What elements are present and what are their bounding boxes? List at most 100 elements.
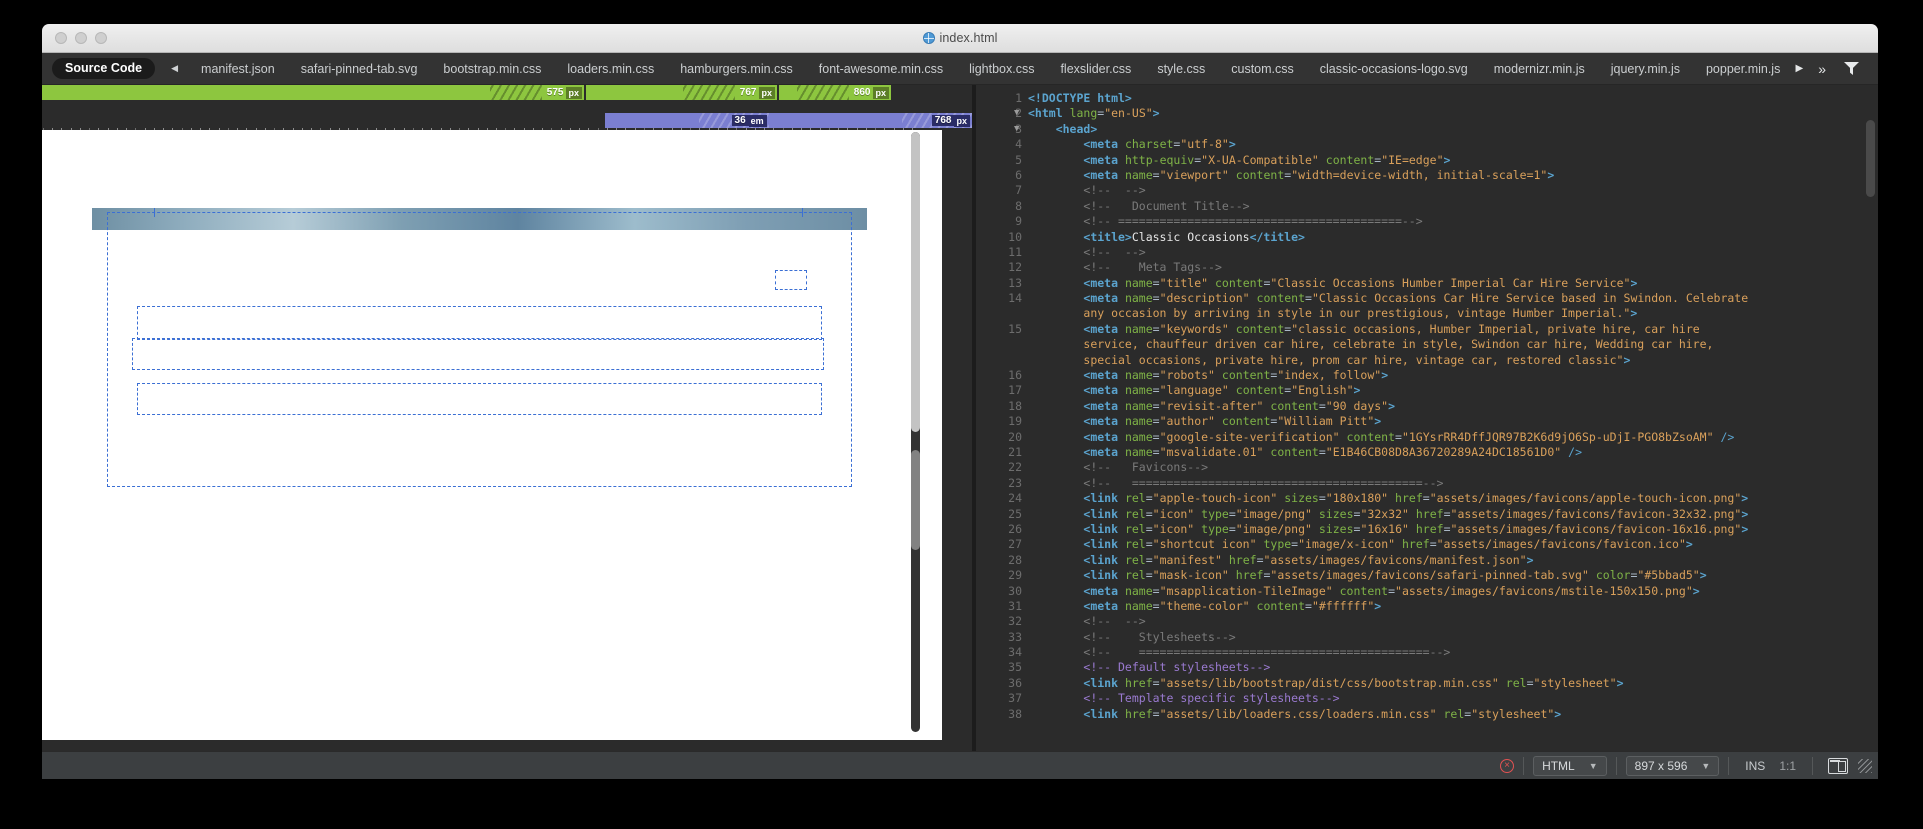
editor-scrollbar-thumb[interactable] [1866, 120, 1875, 197]
code-line[interactable]: <html lang="en-US"> [1028, 106, 1864, 121]
code-line[interactable]: <!-- --> [1028, 183, 1864, 198]
chevron-pattern-icon [683, 85, 735, 100]
code-line[interactable]: <!-- Favicons--> [1028, 460, 1864, 475]
breakpoint-unit: px [954, 114, 970, 127]
code-line[interactable]: <meta name="msvalidate.01" content="E1B4… [1028, 445, 1864, 460]
code-line[interactable]: <!-- Default stylesheets--> [1028, 660, 1864, 675]
double-chevron-right-icon[interactable]: » [1809, 62, 1835, 76]
breakpoint-segment[interactable]: 575 px [42, 85, 584, 100]
code-line[interactable]: <!-- Template specific stylesheets--> [1028, 691, 1864, 706]
code-content[interactable]: <!DOCTYPE html> <html lang="en-US"> <head… [1028, 85, 1864, 779]
code-editor[interactable]: 1 2 3 4 5 6 7 8 9 10 11 12 13 14 15 16 17 18 19 20 21 22 23 24 2… [976, 85, 1878, 779]
breakpoint-bar-px[interactable]: 575 px 767 px 860 px [42, 85, 972, 100]
code-line[interactable]: <head> [1028, 122, 1864, 137]
code-line[interactable]: <!-- ===================================… [1028, 476, 1864, 491]
code-line[interactable]: <!DOCTYPE html> [1028, 91, 1864, 106]
tab-safari-pinned-tab-svg[interactable]: safari-pinned-tab.svg [288, 62, 431, 76]
tab-lightbox-css[interactable]: lightbox.css [956, 62, 1047, 76]
code-line[interactable]: <link href="assets/lib/loaders.css/loade… [1028, 707, 1864, 722]
resize-grip-icon[interactable] [1858, 758, 1872, 773]
breakpoint-segment[interactable]: 860 px [779, 85, 891, 100]
code-line[interactable]: <meta name="google-site-verification" co… [1028, 430, 1864, 445]
code-line[interactable]: service, chauffeur driven car hire, cele… [1028, 337, 1864, 352]
code-line[interactable]: any occasion by arriving in style in our… [1028, 306, 1864, 321]
code-line[interactable]: <link rel="shortcut icon" type="image/x-… [1028, 537, 1864, 552]
tab-custom-css[interactable]: custom.css [1218, 62, 1307, 76]
preview-scrollbar-thumb-secondary[interactable] [911, 450, 920, 550]
tab-font-awesome-min-css[interactable]: font-awesome.min.css [806, 62, 956, 76]
code-line[interactable]: <meta name="robots" content="index, foll… [1028, 368, 1864, 383]
browser-preview-icon[interactable] [1828, 757, 1848, 774]
code-line[interactable]: <meta name="author" content="William Pit… [1028, 414, 1864, 429]
fold-toggle-icon[interactable]: ▼ [1014, 122, 1028, 137]
chevron-left-icon[interactable]: ◀ [161, 63, 188, 74]
code-line[interactable]: <!-- --> [1028, 245, 1864, 260]
code-line[interactable]: <link rel="icon" type="image/png" sizes=… [1028, 507, 1864, 522]
breakpoint-segment-em[interactable]: 36 em [605, 113, 769, 128]
breakpoint-segment-px[interactable]: 768 px [768, 113, 972, 128]
tab-jquery-min-js[interactable]: jquery.min.js [1598, 62, 1693, 76]
code-line[interactable]: <!-- ===================================… [1028, 214, 1864, 229]
code-fold-gutter[interactable]: ▼ ▼ [1014, 85, 1028, 779]
code-line[interactable]: <meta name="theme-color" content="#fffff… [1028, 599, 1864, 614]
code-line[interactable]: <link rel="apple-touch-icon" sizes="180x… [1028, 491, 1864, 506]
code-line[interactable]: special occasions, private hire, prom ca… [1028, 353, 1864, 368]
code-line[interactable]: <!-- Document Title--> [1028, 199, 1864, 214]
tab-popper-min-js[interactable]: popper.min.js [1693, 62, 1793, 76]
fold-toggle-icon[interactable]: ▼ [1014, 106, 1028, 121]
tab-loaders-min-css[interactable]: loaders.min.css [554, 62, 667, 76]
tab-flexslider-css[interactable]: flexslider.css [1047, 62, 1144, 76]
language-select[interactable]: HTML ▼ [1533, 755, 1607, 776]
code-line[interactable]: <!-- --> [1028, 614, 1864, 629]
editor-window: index.html Source Code ◀ manifest.json s… [42, 24, 1878, 779]
viewport-size-select[interactable]: 897 x 596 ▼ [1625, 755, 1720, 776]
code-line[interactable]: <link rel="icon" type="image/png" sizes=… [1028, 522, 1864, 537]
chevron-right-icon[interactable]: ▶ [1790, 63, 1810, 74]
breakpoint-segment[interactable]: 767 px [586, 85, 777, 100]
wireframe-box-row-1 [137, 306, 822, 340]
code-line[interactable]: <meta name="language" content="English"> [1028, 383, 1864, 398]
tab-modernizr-min-js[interactable]: modernizr.min.js [1481, 62, 1598, 76]
tab-bar[interactable]: Source Code ◀ manifest.json safari-pinne… [42, 53, 1878, 85]
code-line[interactable]: <meta charset="utf-8"> [1028, 137, 1864, 152]
code-line[interactable]: <meta name="msapplication-TileImage" con… [1028, 584, 1864, 599]
tab-source-code[interactable]: Source Code [52, 58, 156, 79]
code-line[interactable]: <!-- Stylesheets--> [1028, 630, 1864, 645]
code-line[interactable]: <meta name="revisit-after" content="90 d… [1028, 399, 1864, 414]
code-line[interactable]: <meta name="description" content="Classi… [1028, 291, 1864, 306]
code-line[interactable]: <title>Classic Occasions</title> [1028, 230, 1864, 245]
code-line[interactable]: <meta name="title" content="Classic Occa… [1028, 276, 1864, 291]
preview-scrollbar-thumb[interactable] [911, 132, 920, 432]
code-line[interactable]: <link rel="manifest" href="assets/images… [1028, 553, 1864, 568]
preview-scrollbar-track[interactable] [911, 132, 920, 732]
code-line[interactable]: <link rel="mask-icon" href="assets/image… [1028, 568, 1864, 583]
insert-mode-indicator[interactable]: INS [1738, 759, 1772, 773]
code-line[interactable]: <meta http-equiv="X-UA-Compatible" conte… [1028, 153, 1864, 168]
funnel-icon[interactable] [1835, 62, 1868, 75]
code-line[interactable]: <link href="assets/lib/bootstrap/dist/cs… [1028, 676, 1864, 691]
wireframe-box-logo [775, 270, 807, 290]
tab-manifest-json[interactable]: manifest.json [188, 62, 288, 76]
error-circle-icon[interactable]: × [1500, 758, 1515, 773]
code-line[interactable]: <!-- Meta Tags--> [1028, 260, 1864, 275]
code-line[interactable]: <meta name="keywords" content="classic o… [1028, 322, 1864, 337]
window-titlebar: index.html [42, 24, 1878, 53]
code-line[interactable]: <!-- ===================================… [1028, 645, 1864, 660]
tab-style-css[interactable]: style.css [1144, 62, 1218, 76]
tab-hamburgers-min-css[interactable]: hamburgers.min.css [667, 62, 806, 76]
tab-bootstrap-min-css[interactable]: bootstrap.min.css [430, 62, 554, 76]
code-line[interactable]: <meta name="viewport" content="width=dev… [1028, 168, 1864, 183]
tab-classic-occasions-logo-svg[interactable]: classic-occasions-logo.svg [1307, 62, 1481, 76]
page-preview-canvas[interactable] [42, 130, 942, 740]
breakpoint-bar-em[interactable]: 36 em 768 px [42, 113, 972, 128]
